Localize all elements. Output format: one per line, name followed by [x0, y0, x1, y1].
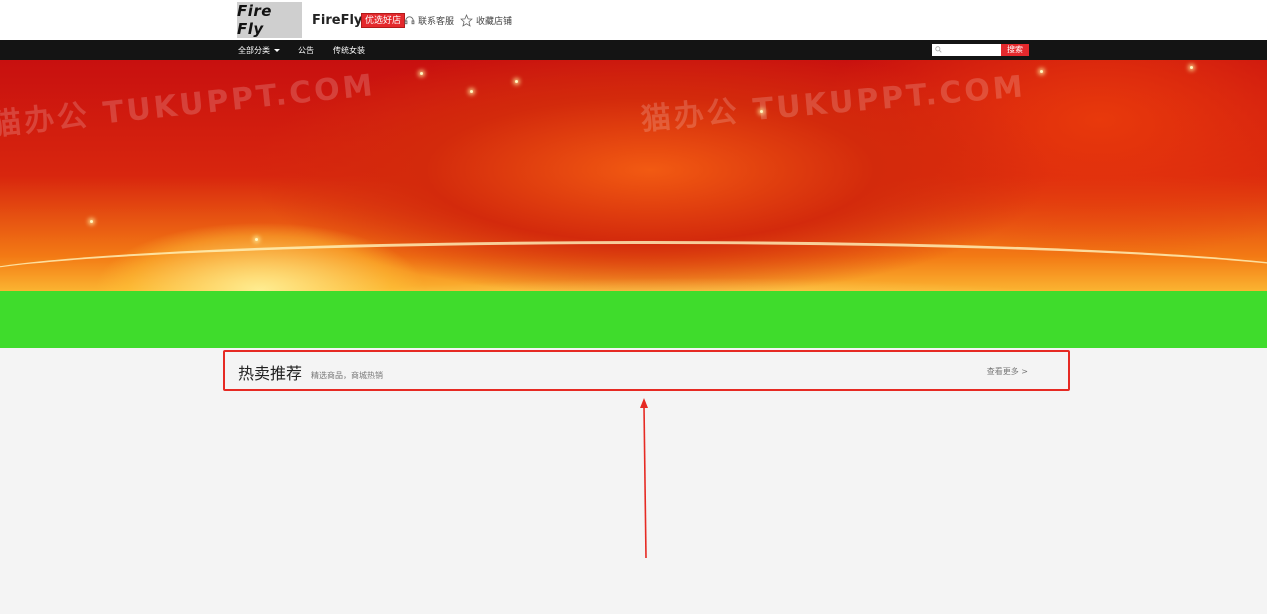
contact-service-link[interactable]: 联系客服 [404, 14, 454, 27]
section-title: 热卖推荐 [238, 364, 303, 383]
headset-icon [404, 16, 415, 25]
promo-band [0, 291, 1267, 348]
search-icon [935, 46, 942, 53]
view-more-link[interactable]: 查看更多 > [987, 366, 1028, 377]
star-icon [460, 14, 473, 27]
quality-store-badge: 优选好店 [361, 13, 406, 28]
nav-traditional-womenswear[interactable]: 传统女装 [333, 45, 365, 56]
shop-header: Fire Fly FireFly 优选好店 联系客服 收藏店铺 [0, 0, 1267, 40]
banner-watermark-left: 猫办公 TUKUPPT.COM [0, 67, 378, 144]
store-name[interactable]: FireFly [312, 13, 362, 28]
banner-watermark-right: 猫办公 TUKUPPT.COM [639, 69, 1028, 138]
caret-down-icon [274, 49, 280, 52]
section-subtitle: 精选商品，商城热销 [311, 371, 383, 380]
store-logo[interactable]: Fire Fly [237, 2, 302, 38]
shop-banner: 猫办公 TUKUPPT.COM 猫办公 TUKUPPT.COM [0, 60, 1267, 291]
search-input[interactable] [932, 44, 1001, 56]
category-navbar: 全部分类 公告 传统女装 [0, 40, 1267, 60]
favorite-store-label: 收藏店铺 [476, 17, 513, 27]
annotation-arrow-icon [640, 398, 648, 559]
search-button[interactable]: 搜索 [1001, 44, 1029, 56]
nav-all-categories[interactable]: 全部分类 [238, 45, 280, 56]
nav-all-categories-label: 全部分类 [238, 46, 270, 55]
nav-notice[interactable]: 公告 [298, 45, 314, 56]
contact-service-label: 联系客服 [418, 17, 455, 27]
favorite-store-link[interactable]: 收藏店铺 [460, 14, 512, 27]
hot-recommend-section: 热卖推荐 精选商品，商城热销 查看更多 > [223, 350, 1070, 391]
logo-text: Fire Fly [237, 2, 272, 38]
